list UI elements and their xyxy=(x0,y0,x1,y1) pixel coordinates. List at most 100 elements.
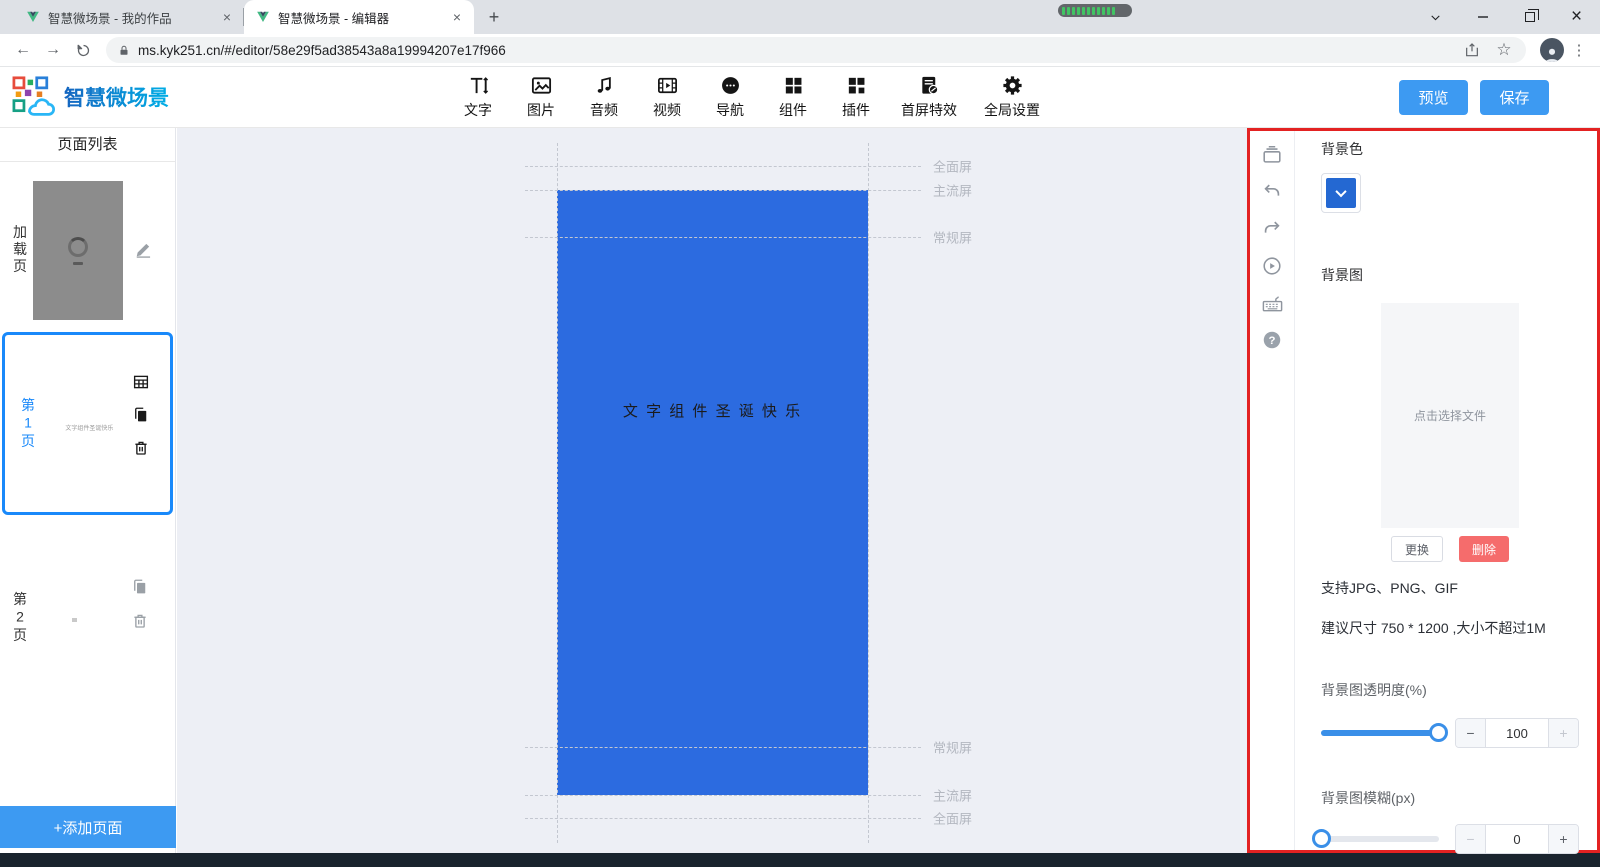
bg-image-label: 背景图 xyxy=(1321,267,1363,283)
new-tab-button[interactable]: + xyxy=(480,3,508,31)
guide-line-regular-top xyxy=(525,237,921,238)
close-button[interactable]: × xyxy=(1553,0,1600,34)
restore-button[interactable] xyxy=(1506,0,1553,34)
panel-tool-strip: ? xyxy=(1250,131,1295,850)
tool-component[interactable]: 组件 xyxy=(775,74,811,120)
save-button[interactable]: 保存 xyxy=(1480,79,1549,115)
size-hint-text: 建议尺寸 750 * 1200 ,大小不超过1M xyxy=(1321,620,1546,636)
back-button[interactable]: ← xyxy=(10,37,36,63)
tool-plugin[interactable]: 插件 xyxy=(838,74,874,120)
upload-placeholder: 点击选择文件 xyxy=(1413,409,1486,423)
browser-tab-strip: 智慧微场景 - 我的作品 × 智慧微场景 - 编辑器 × + × xyxy=(0,0,1600,34)
edit-pencil-icon[interactable] xyxy=(133,240,153,260)
tool-splash-effect[interactable]: 首屏特效 xyxy=(901,74,957,120)
text-tool-icon xyxy=(470,77,488,94)
slider-handle[interactable] xyxy=(1429,723,1448,742)
bg-image-upload-area[interactable]: 点击选择文件 xyxy=(1381,303,1519,528)
bg-color-picker[interactable] xyxy=(1321,173,1361,213)
tool-global-settings[interactable]: 全局设置 xyxy=(984,74,1040,120)
page-stage[interactable]: 文 字 组 件 圣 诞 快 乐 xyxy=(557,190,868,795)
header-actions: 预览 保存 xyxy=(1399,79,1549,115)
chevron-down-icon xyxy=(1335,185,1347,198)
guide-line-full-screen-bottom xyxy=(525,818,921,819)
browser-tab-my-works[interactable]: 智慧微场景 - 我的作品 × xyxy=(14,0,244,34)
guide-line-mainstream-top xyxy=(525,190,921,191)
tab-close-icon[interactable]: × xyxy=(450,9,464,25)
play-icon xyxy=(1263,257,1281,275)
opacity-slider[interactable] xyxy=(1321,723,1448,742)
vertical-guide-right xyxy=(868,143,869,843)
reload-button[interactable] xyxy=(70,37,96,63)
blur-stepper: − 0 + xyxy=(1455,824,1579,854)
help-button[interactable]: ? xyxy=(1258,326,1286,354)
app-brand[interactable]: 智慧微场景 xyxy=(0,76,220,118)
bg-image-buttons: 更换 删除 xyxy=(1321,536,1579,562)
tab-close-icon[interactable]: × xyxy=(220,9,234,25)
layout-grid-icon[interactable] xyxy=(132,373,150,391)
page-actions xyxy=(131,578,149,630)
omnibox[interactable]: ms.kyk251.cn/#/editor/58e29f5ad38543a8a1… xyxy=(106,37,1526,63)
background-settings-panel: ? 背景色 背景图 点击选择文件 更换 删除 支持JPG、PNG、GIF 建议尺… xyxy=(1247,128,1600,854)
main-area: 页面列表 加载页 第1页 文字组件圣诞快乐 第2页 +添加页面 文 字 组 件 … xyxy=(0,128,1600,854)
video-tool-icon xyxy=(657,77,677,94)
redo-button[interactable] xyxy=(1258,215,1286,243)
page-item-1-selected[interactable]: 第1页 文字组件圣诞快乐 xyxy=(2,332,173,515)
tool-image[interactable]: 图片 xyxy=(523,74,559,120)
loading-spinner xyxy=(68,236,88,257)
slider-handle[interactable] xyxy=(1312,829,1331,848)
loading-page-thumbnail[interactable] xyxy=(33,181,123,320)
delete-image-button[interactable]: 删除 xyxy=(1459,536,1510,562)
browser-menu-icon[interactable]: ⋮ xyxy=(1568,41,1590,59)
browser-tab-editor[interactable]: 智慧微场景 - 编辑器 × xyxy=(244,0,474,34)
add-page-button[interactable]: +添加页面 xyxy=(0,806,176,848)
tool-nav[interactable]: 导航 xyxy=(712,74,748,120)
opacity-label: 背景图透明度(%) xyxy=(1321,682,1427,698)
address-bar: ← → ms.kyk251.cn/#/editor/58e29f5ad38543… xyxy=(0,34,1600,67)
bookmark-star-icon[interactable]: ☆ xyxy=(1492,38,1516,62)
blur-slider[interactable] xyxy=(1312,829,1439,848)
tool-text[interactable]: 文字 xyxy=(460,74,496,120)
page-item-2[interactable]: 第2页 xyxy=(0,538,175,698)
pages-panel-button[interactable] xyxy=(1258,141,1286,169)
preview-button[interactable]: 预览 xyxy=(1399,79,1468,115)
tool-video[interactable]: 视频 xyxy=(649,74,685,120)
app-header: 智慧微场景 文字 图片 音频 视频 导航 组件 插件 首屏特效 全局设置 预览 … xyxy=(0,67,1600,128)
reload-icon xyxy=(77,44,89,56)
minimize-button[interactable] xyxy=(1459,0,1506,34)
page-item-loading[interactable]: 加载页 xyxy=(0,170,175,330)
screen: 智慧微场景 - 我的作品 × 智慧微场景 - 编辑器 × + × ← → ms.… xyxy=(0,0,1600,867)
increase-button[interactable]: + xyxy=(1548,825,1578,853)
increase-button[interactable]: + xyxy=(1548,719,1578,747)
slider-fill xyxy=(1321,730,1439,736)
copy-page-icon[interactable] xyxy=(131,578,149,596)
tab-search-chevron-icon[interactable] xyxy=(1412,0,1459,34)
share-icon[interactable] xyxy=(1460,38,1484,62)
restore-icon xyxy=(1524,9,1539,22)
page-actions xyxy=(132,373,150,457)
delete-page-icon[interactable] xyxy=(132,439,150,457)
text-component[interactable]: 文 字 组 件 圣 诞 快 乐 xyxy=(557,400,868,421)
opacity-control: − 100 + xyxy=(1321,718,1579,748)
change-image-button[interactable]: 更换 xyxy=(1390,536,1443,562)
app-logo-icon xyxy=(12,76,55,116)
page-thumbnail-text: 文字组件圣诞快乐 xyxy=(65,426,114,432)
bg-color-swatch xyxy=(1326,178,1356,208)
decrease-button[interactable]: − xyxy=(1456,825,1486,853)
keyboard-shortcuts-button[interactable] xyxy=(1258,289,1286,317)
guide-line-mainstream-bottom xyxy=(525,795,921,796)
opacity-value[interactable]: 100 xyxy=(1486,719,1548,747)
decrease-button[interactable]: − xyxy=(1456,719,1486,747)
blur-value[interactable]: 0 xyxy=(1486,825,1548,853)
profile-avatar[interactable] xyxy=(1540,38,1564,62)
os-taskbar xyxy=(0,853,1600,867)
undo-button[interactable] xyxy=(1258,178,1286,206)
tool-audio[interactable]: 音频 xyxy=(586,74,622,120)
vue-favicon xyxy=(27,11,39,22)
url-text[interactable]: ms.kyk251.cn/#/editor/58e29f5ad38543a8a1… xyxy=(138,43,1452,58)
play-preview-button[interactable] xyxy=(1258,252,1286,280)
forward-button[interactable]: → xyxy=(40,37,66,63)
page-label: 加载页 xyxy=(12,224,28,276)
copy-page-icon[interactable] xyxy=(132,406,150,424)
window-controls: × xyxy=(1412,0,1600,34)
delete-page-icon[interactable] xyxy=(131,612,149,630)
